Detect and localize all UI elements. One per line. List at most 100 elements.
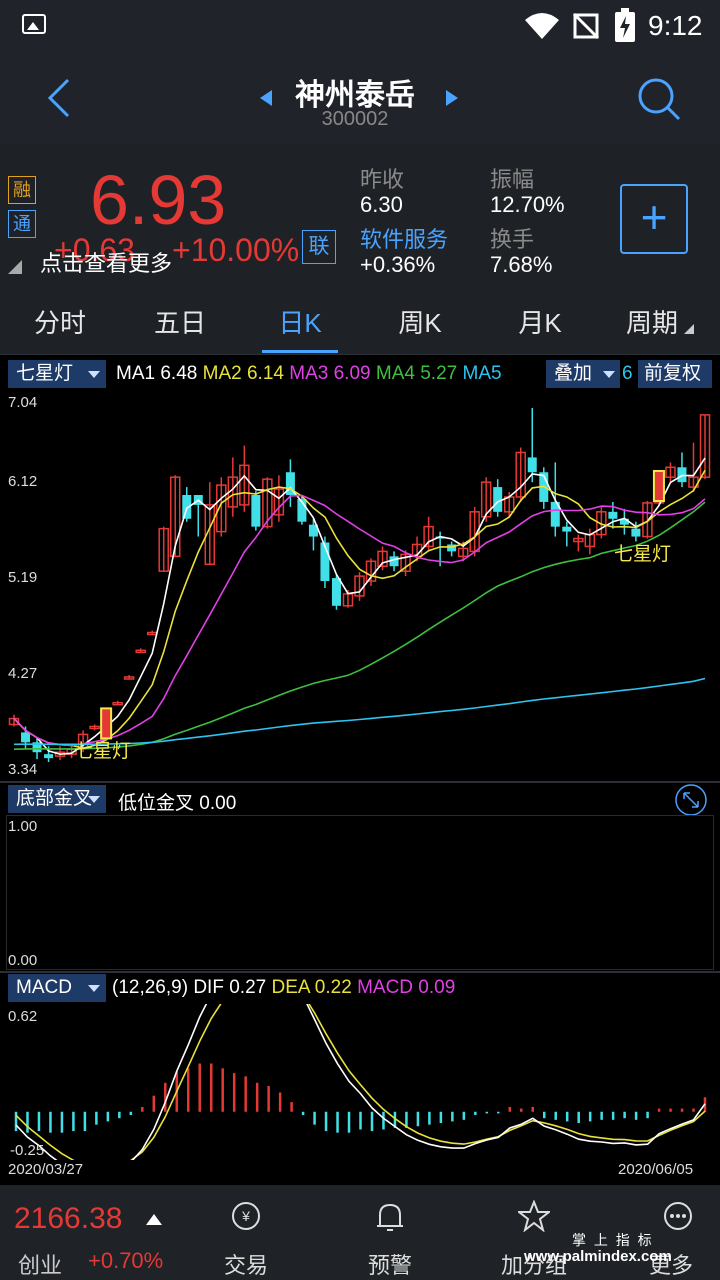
tab-intraday[interactable]: 分时 [0,292,120,354]
expand-icon[interactable] [674,783,708,817]
star-icon [518,1200,550,1232]
connect-tag: 通 [8,210,36,238]
ma1-value: 6.48 [160,363,198,384]
ma-legend: MA1 6.48 MA2 6.14 MA3 6.09 MA4 5.27 MA5 [116,363,502,385]
alert-label: 预警 [367,1253,412,1278]
index-pct: +0.70% [88,1248,164,1273]
ma-line-4 [13,501,706,750]
overlay-dropdown[interactable]: 叠加 [546,360,620,388]
chevron-down-icon [88,371,100,378]
back-icon[interactable] [44,78,74,118]
sector-link[interactable]: 软件服务 [360,222,448,254]
prev-close-label: 昨收 [360,167,405,192]
sub-legend-value: 0.00 [199,793,237,814]
stock-code: 300002 [321,108,389,130]
indicator-dropdown[interactable]: 七星灯 [8,360,106,388]
signal-label-2: 七星灯 [614,544,672,565]
tab-daily-k[interactable]: 日K [240,292,360,354]
candle-body [251,495,261,527]
sub-indicator-label: 底部金叉 [16,788,93,809]
corner-triangle-icon [8,260,22,274]
price-tick-3: 5.19 [8,569,38,586]
current-price: 6.93 [90,161,227,239]
candle-body [631,528,641,537]
amplitude-label: 振幅 [490,167,535,192]
next-stock-icon[interactable] [444,88,460,108]
ma-line-5 [13,677,706,746]
macd-dropdown[interactable]: MACD [8,974,106,1002]
ma-line-1 [13,457,706,756]
link-tag[interactable]: 联 [302,230,336,264]
chevron-down-icon [88,796,100,803]
ma2-label: MA2 [202,363,242,384]
tab-five-day[interactable]: 五日 [120,292,240,354]
add-watchlist-button[interactable]: + [620,184,688,254]
chevron-down-icon [603,371,615,378]
alert-button[interactable]: 预警 [344,1194,436,1278]
prev-close-value: 6.30 [360,192,403,217]
candle-body [677,467,687,483]
macd-tick-top: 0.62 [8,1008,38,1025]
signal-marker-1 [100,707,113,740]
active-tab-indicator [262,350,338,353]
group-button[interactable]: 加分组 [488,1194,580,1278]
sub-legend: 低位金叉 0.00 [118,788,236,815]
tab-period[interactable]: 周期 [600,292,704,354]
quote-panel[interactable]: 融 通 6.93 +0.63 +10.00% 点击查看更多 联 昨收 6.30 … [0,144,720,292]
more-hint[interactable]: 点击查看更多 [40,246,172,278]
top-nav: 神州泰岳 300002 [0,52,720,144]
overlay-count: 6 [622,363,633,384]
watermark-url: www.palmindex.com [524,1248,672,1265]
ma4-label: MA4 [375,363,415,384]
overlay-label: 叠加 [554,363,593,384]
trade-icon: ¥ [232,1202,260,1230]
date-start: 2020/03/27 [8,1161,84,1178]
macd-tick-bottom: -0.25 [10,1142,45,1159]
trade-label: 交易 [223,1253,268,1278]
sub-indicator-dropdown[interactable]: 底部金叉 [8,785,106,813]
bottom-bar: 2166.38 创业 +0.70% ¥ 交易 预警 加分组 更多 掌 上 指 标… [0,1186,720,1280]
candle-body [527,457,537,473]
dif-value: 0.27 [229,977,267,998]
tab-monthly-k[interactable]: 月K [480,292,600,354]
trade-button[interactable]: ¥ 交易 [200,1194,292,1278]
search-icon[interactable] [636,76,682,122]
macd-label: MACD [357,977,414,998]
no-signal-icon [572,12,600,40]
price-change-pct: +10.00% [172,232,300,268]
plus-icon: + [640,191,668,243]
amplitude-value: 12.70% [490,192,565,217]
prev-stock-icon[interactable] [258,88,274,108]
adjust-button[interactable]: 前复权 [638,360,712,388]
ma1-label: MA1 [116,363,156,384]
period-dropdown-icon [684,324,694,334]
dea-line [15,1004,706,1160]
period-tabs: 分时 五日 日K 周K 月K 周期 [0,292,720,355]
turnover-value: 7.68% [490,252,553,277]
kline-chart[interactable] [0,390,720,780]
signal-marker-2 [652,469,665,502]
index-name: 创业 [18,1253,63,1278]
ma3-value: 6.09 [333,363,371,384]
macd-legend: (12,26,9) DIF 0.27 DEA 0.22 MACD 0.09 [112,977,455,999]
macd-chart[interactable] [0,1004,720,1160]
tab-weekly-k[interactable]: 周K [360,292,480,354]
watermark-title: 掌 上 指 标 [572,1232,654,1248]
dif-label: DIF [193,977,224,998]
macd-dropdown-label: MACD [16,977,72,998]
wifi-icon [525,13,559,39]
candle-body [608,511,618,519]
index-value[interactable]: 2166.38 [14,1202,122,1236]
turnover-label: 换手 [490,227,535,252]
ma5-label: MA5 [462,363,502,384]
bell-icon [377,1203,403,1231]
ma2-value: 6.14 [246,363,284,384]
margin-tag: 融 [8,176,36,204]
candle-body [562,526,572,532]
dea-label: DEA [271,977,310,998]
image-icon [22,14,46,34]
chevron-down-icon [88,985,100,992]
sub-chart-panel [6,815,714,970]
svg-text:¥: ¥ [241,1208,250,1224]
ma3-label: MA3 [289,363,329,384]
